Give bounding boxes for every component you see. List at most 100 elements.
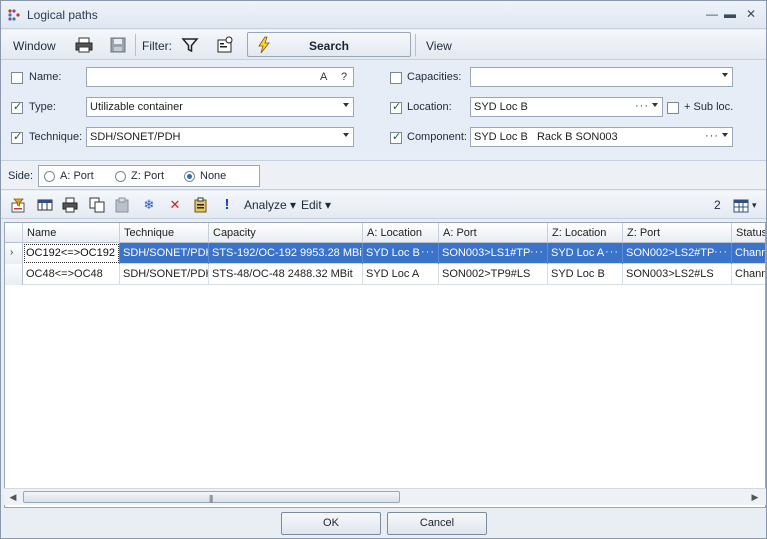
capacities-label: Capacities: [407, 71, 462, 83]
scrollbar-thumb[interactable]: ||| [23, 491, 400, 503]
column-header-capacity[interactable]: Capacity [209, 223, 363, 243]
ellipsis-icon[interactable]: ··· [530, 246, 544, 258]
column-header-name[interactable]: Name [23, 223, 120, 243]
chevron-down-icon [343, 103, 349, 107]
copy-icon[interactable] [89, 197, 105, 213]
row-header-corner [5, 223, 23, 243]
location-browse-button[interactable]: ··· [635, 100, 649, 112]
name-input[interactable]: A ? [86, 67, 354, 87]
edit-menu[interactable]: Edit ▾ [301, 198, 331, 212]
cell-name[interactable]: OC192<=>OC192 [23, 243, 120, 264]
component-select[interactable]: SYD Loc B Rack B SON003 ··· [470, 127, 733, 147]
delete-icon[interactable]: ✕ [167, 197, 183, 213]
name-checkbox[interactable] [11, 72, 23, 84]
logical-paths-table: Name Technique Capacity A: Location A: P… [4, 222, 766, 508]
analyze-menu[interactable]: Analyze ▾ [244, 198, 296, 212]
technique-label: Technique: [29, 131, 83, 143]
cell-technique[interactable]: SDH/SONET/PDH [120, 243, 209, 264]
chevron-down-icon [343, 133, 349, 137]
column-header-technique[interactable]: Technique [120, 223, 209, 243]
location-select[interactable]: SYD Loc B ··· [470, 97, 663, 117]
ok-button[interactable]: OK [281, 512, 381, 535]
ellipsis-icon[interactable]: ··· [605, 246, 619, 258]
row-indicator[interactable]: › [5, 243, 23, 264]
technique-checkbox[interactable] [11, 130, 23, 144]
window-menu[interactable]: Window [13, 39, 56, 53]
sub-location-checkbox[interactable] [667, 102, 679, 114]
radio-a-port-label[interactable]: A: Port [60, 170, 94, 182]
name-help-toggle[interactable]: ? [341, 71, 347, 83]
view-menu[interactable]: View [426, 39, 452, 53]
snowflake-icon[interactable]: ❄ [141, 197, 157, 213]
cell-a-port[interactable]: SON002>TP9#LS [439, 264, 548, 285]
filter-icon[interactable] [181, 36, 199, 54]
name-exact-toggle[interactable]: A [320, 71, 327, 83]
clipboard-icon[interactable] [193, 197, 209, 213]
radio-z-port-label[interactable]: Z: Port [131, 170, 164, 182]
cell-technique[interactable]: SDH/SONET/PDH [120, 264, 209, 285]
columns-icon[interactable] [37, 197, 53, 213]
horizontal-scrollbar[interactable]: ◀ ||| ▶ [4, 488, 766, 505]
name-label: Name: [29, 71, 62, 83]
cell-a-port[interactable]: SON003>LS1#TP ··· [439, 243, 548, 264]
title-bar: Logical paths — ▬ ✕ [1, 1, 766, 29]
scroll-left-icon[interactable]: ◀ [7, 491, 19, 503]
exclamation-icon[interactable]: ! [219, 197, 235, 213]
cell-z-port[interactable]: SON003>LS2#LS [623, 264, 732, 285]
component-browse-button[interactable]: ··· [705, 130, 719, 142]
app-logo-icon [8, 9, 20, 21]
grid-layout-icon[interactable] [733, 198, 749, 214]
type-checkbox[interactable] [11, 100, 23, 114]
print-icon[interactable] [75, 36, 93, 54]
cell-status[interactable]: Channel [732, 243, 765, 264]
radio-a-port[interactable] [44, 171, 55, 182]
cell-z-location[interactable]: SYD Loc B [548, 264, 623, 285]
column-header-a-port[interactable]: A: Port [439, 223, 548, 243]
toolbar-divider [415, 34, 416, 56]
cell-z-location[interactable]: SYD Loc A ··· [548, 243, 623, 264]
type-label: Type: [29, 101, 56, 113]
cell-name[interactable]: OC48<=>OC48 [23, 264, 120, 285]
grip-icon: ||| [209, 494, 213, 503]
window-title: Logical paths [27, 8, 98, 22]
column-header-z-port[interactable]: Z: Port [623, 223, 732, 243]
ellipsis-icon[interactable]: ··· [421, 246, 435, 258]
radio-z-port[interactable] [115, 171, 126, 182]
technique-select[interactable]: SDH/SONET/PDH [86, 127, 354, 147]
capacities-checkbox[interactable] [390, 72, 402, 84]
main-toolbar: Window Filter: Search View [1, 30, 766, 60]
column-header-z-location[interactable]: Z: Location [548, 223, 623, 243]
cell-a-location[interactable]: SYD Loc B ··· [363, 243, 439, 264]
save-icon[interactable] [109, 36, 127, 54]
type-select[interactable]: Utilizable container [86, 97, 354, 117]
ellipsis-icon[interactable]: ··· [714, 246, 728, 258]
print-grid-icon[interactable] [62, 197, 78, 213]
cell-a-location[interactable]: SYD Loc A [363, 264, 439, 285]
location-checkbox[interactable] [390, 100, 402, 114]
filter-panel: Name: A ? Type: Utilizable container Tec… [1, 61, 766, 159]
search-button[interactable]: Search [247, 32, 411, 57]
chevron-down-icon[interactable]: ▾ [752, 200, 757, 211]
column-header-status[interactable]: Status [732, 223, 765, 243]
maximize-icon[interactable]: ▬ [721, 5, 739, 23]
table-row[interactable]: › OC192<=>OC192 SDH/SONET/PDH STS-192/OC… [5, 243, 765, 264]
chevron-right-icon: › [10, 247, 14, 258]
column-header-a-location[interactable]: A: Location [363, 223, 439, 243]
table-row[interactable]: OC48<=>OC48 SDH/SONET/PDH STS-48/OC-48 2… [5, 264, 765, 285]
cancel-button[interactable]: Cancel [387, 512, 487, 535]
cell-z-port[interactable]: SON002>LS2#TP ··· [623, 243, 732, 264]
new-filter-icon[interactable] [11, 197, 27, 213]
scroll-right-icon[interactable]: ▶ [749, 491, 761, 503]
filter-settings-icon[interactable] [216, 36, 234, 54]
component-checkbox[interactable] [390, 130, 402, 144]
capacities-select[interactable] [470, 67, 733, 87]
radio-none-label[interactable]: None [200, 170, 226, 182]
close-icon[interactable]: ✕ [742, 5, 760, 23]
cell-capacity[interactable]: STS-192/OC-192 9953.28 MBit [209, 243, 363, 264]
row-indicator[interactable] [5, 264, 23, 285]
cell-status[interactable]: Channel [732, 264, 765, 285]
radio-none[interactable] [184, 171, 195, 182]
minimize-icon[interactable]: — [703, 5, 721, 23]
paste-icon[interactable] [114, 197, 130, 213]
cell-capacity[interactable]: STS-48/OC-48 2488.32 MBit [209, 264, 363, 285]
